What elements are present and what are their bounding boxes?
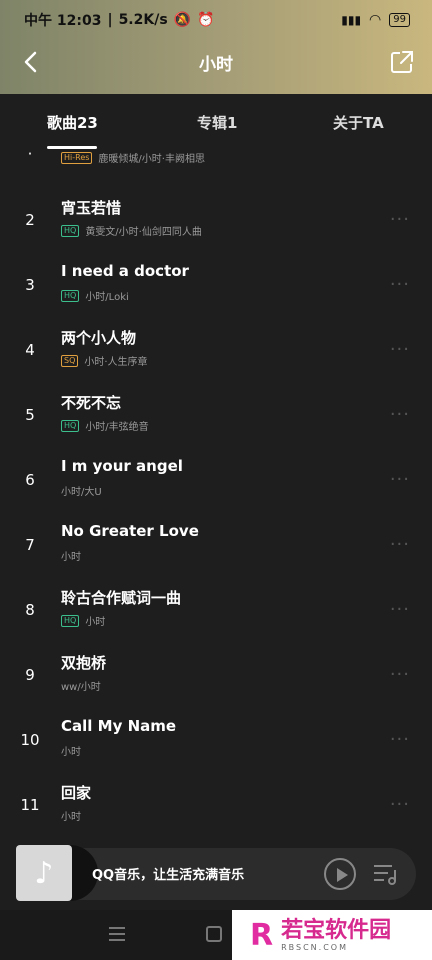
quality-badge: HQ xyxy=(61,224,80,237)
song-subtitle: ww/小时 xyxy=(61,682,101,693)
more-options-icon[interactable]: ··· xyxy=(390,209,410,230)
song-title: I m your angel xyxy=(61,457,183,475)
more-options-icon[interactable]: ··· xyxy=(390,274,410,295)
track-number: 5 xyxy=(25,406,35,424)
song-meta: 小时 xyxy=(61,548,81,563)
song-meta: HQ 小时 xyxy=(61,613,105,628)
song-meta: 小时 xyxy=(61,743,81,758)
tab-songs[interactable]: 歌曲23 xyxy=(47,112,98,133)
track-number: 2 xyxy=(25,211,35,229)
song-row[interactable]: 11 回家小时 ··· xyxy=(0,772,432,837)
track-number: 6 xyxy=(25,471,35,489)
song-row[interactable]: 8 聆古合作赋词一曲 HQ 小时 ··· xyxy=(0,577,432,642)
signal-icon: ▮▮▮ xyxy=(341,13,362,27)
song-row[interactable]: 2 宵玉若惜 HQ 黄雯文/小时·仙剑四同人曲 ··· xyxy=(0,187,432,252)
song-subtitle: 小时/Loki xyxy=(85,292,129,303)
quality-badge: Hi-Res xyxy=(61,151,93,164)
more-options-icon[interactable]: ··· xyxy=(390,599,410,620)
song-meta: SQ 小时·人生序章 xyxy=(61,353,148,368)
mute-icon: 🔕 xyxy=(173,12,192,28)
song-row[interactable]: 7 No Greater Love 小时 ··· xyxy=(0,512,432,577)
status-time: 中午 12:03 xyxy=(24,13,102,29)
song-title: 聆古合作赋词一曲 xyxy=(61,589,182,607)
song-meta: Hi-Res 鹿暖倾城/小时·丰阙相思 xyxy=(61,150,205,165)
watermark-name: 若宝软件园 xyxy=(281,917,392,943)
share-icon[interactable] xyxy=(388,48,416,76)
song-title: 宵玉若惜 xyxy=(61,199,122,217)
song-row[interactable]: 10 Call My Name 小时 ··· xyxy=(0,707,432,772)
track-number: 10 xyxy=(20,731,40,749)
mini-player[interactable]: ♪ QQ音乐，让生活充满音乐 xyxy=(16,845,416,901)
watermark-url: RBSCN.COM xyxy=(281,942,348,952)
quality-badge: SQ xyxy=(61,354,79,367)
track-number: 8 xyxy=(25,601,35,619)
song-title: I need a doctor xyxy=(61,262,189,280)
home-icon[interactable] xyxy=(206,926,222,942)
menu-icon[interactable] xyxy=(108,926,126,942)
track-number: 3 xyxy=(25,276,35,294)
tab-about[interactable]: 关于TA xyxy=(333,112,384,133)
song-row[interactable]: 9 双抱桥 ww/小时 ··· xyxy=(0,642,432,707)
quality-badge: HQ xyxy=(61,614,80,627)
header: 中午 12:03 | 5.2K/s 🔕 ⏰ ▮▮▮ ◠ 99 小时 xyxy=(0,0,432,94)
player-text: QQ音乐，让生活充满音乐 xyxy=(92,868,245,883)
song-subtitle: 小时 xyxy=(85,617,106,628)
song-title: No Greater Love xyxy=(61,522,199,540)
song-title: Call My Name xyxy=(61,717,177,735)
track-number: 7 xyxy=(25,536,35,554)
status-speed: 5.2K/s xyxy=(118,12,168,28)
song-subtitle: 鹿暖倾城/小时·丰阙相思 xyxy=(98,154,205,165)
song-row[interactable]: 5 不死不忘 HQ 小时/丰弦绝音 ··· xyxy=(0,382,432,447)
track-number: 11 xyxy=(20,796,40,814)
wifi-icon: ◠ xyxy=(369,12,382,28)
song-subtitle: 小时 xyxy=(61,812,81,823)
status-bar: 中午 12:03 | 5.2K/s 🔕 ⏰ ▮▮▮ ◠ 99 xyxy=(24,10,410,30)
playlist-icon[interactable] xyxy=(372,862,398,886)
watermark: R 若宝软件园 RBSCN.COM xyxy=(232,910,432,960)
more-options-icon[interactable]: ··· xyxy=(390,339,410,360)
more-options-icon[interactable]: ··· xyxy=(390,404,410,425)
song-subtitle: 小时 xyxy=(61,747,81,758)
song-title: 两个小人物 xyxy=(61,329,137,347)
song-row[interactable]: 4 两个小人物 SQ 小时·人生序章 ··· xyxy=(0,317,432,382)
song-meta: HQ 小时/Loki xyxy=(61,288,129,303)
play-button[interactable] xyxy=(324,858,356,890)
more-options-icon[interactable]: ··· xyxy=(390,794,410,815)
more-options-icon[interactable]: ··· xyxy=(390,664,410,685)
tab-albums[interactable]: 专辑1 xyxy=(197,112,237,133)
song-subtitle: 小时/丰弦绝音 xyxy=(85,422,149,433)
song-meta: HQ 小时/丰弦绝音 xyxy=(61,418,149,433)
quality-badge: HQ xyxy=(61,419,80,432)
song-row[interactable]: 3 I need a doctor HQ 小时/Loki ··· xyxy=(0,252,432,317)
song-title: 不死不忘 xyxy=(61,394,122,412)
track-number: 9 xyxy=(25,666,35,684)
more-options-icon[interactable]: ··· xyxy=(390,534,410,555)
song-title: 回家 xyxy=(61,784,92,802)
song-row[interactable]: 6 I m your angel 小时/大U ··· xyxy=(0,447,432,512)
alarm-icon: ⏰ xyxy=(197,12,215,28)
song-subtitle: 小时 xyxy=(61,552,81,563)
song-subtitle: 小时·人生序章 xyxy=(84,357,148,368)
song-subtitle: 黄雯文/小时·仙剑四同人曲 xyxy=(85,227,202,238)
song-meta: HQ 黄雯文/小时·仙剑四同人曲 xyxy=(61,223,202,238)
battery-indicator: 99 xyxy=(389,13,410,27)
album-cover[interactable]: ♪ xyxy=(16,845,72,901)
song-meta: ww/小时 xyxy=(61,678,101,693)
track-number: 4 xyxy=(25,341,35,359)
quality-badge: HQ xyxy=(61,289,80,302)
song-meta: 小时/大U xyxy=(61,483,102,498)
more-options-icon[interactable]: ··· xyxy=(390,469,410,490)
more-options-icon[interactable]: ··· xyxy=(390,729,410,750)
page-title: 小时 xyxy=(199,55,233,75)
song-subtitle: 小时/大U xyxy=(61,487,102,498)
track-number: · xyxy=(27,145,33,163)
song-title: 双抱桥 xyxy=(61,654,107,672)
watermark-logo: R xyxy=(250,917,274,953)
song-meta: 小时 xyxy=(61,808,81,823)
